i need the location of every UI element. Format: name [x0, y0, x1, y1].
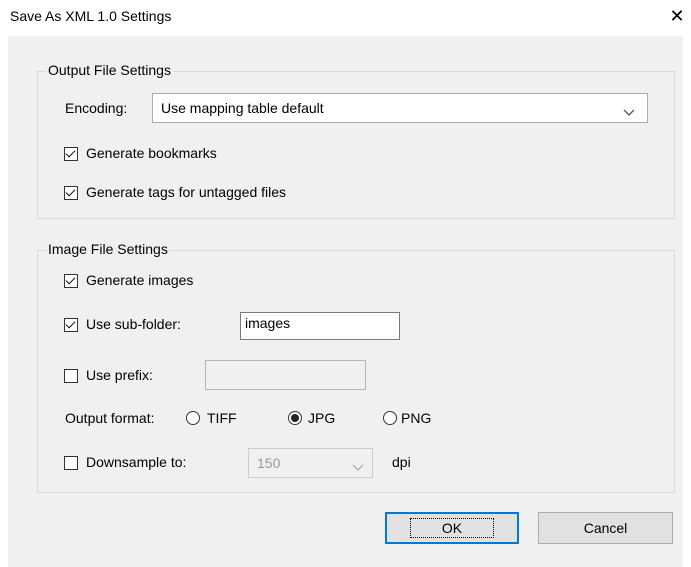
downsample-select[interactable]: 150	[248, 448, 373, 478]
ok-button-label: OK	[409, 518, 495, 538]
subfolder-input[interactable]: images	[240, 312, 400, 340]
close-icon[interactable]: ✕	[664, 2, 690, 30]
use-prefix-checkbox[interactable]	[64, 369, 78, 383]
chevron-down-icon	[352, 459, 366, 471]
prefix-input[interactable]	[205, 360, 366, 390]
jpg-radio-label: JPG	[308, 410, 336, 426]
dpi-unit-label: dpi	[392, 454, 411, 470]
encoding-label: Encoding:	[65, 100, 128, 116]
cancel-button-label: Cancel	[583, 520, 628, 536]
generate-tags-label: Generate tags for untagged files	[86, 184, 287, 200]
generate-tags-checkbox[interactable]	[64, 186, 78, 200]
tiff-radio[interactable]	[186, 411, 200, 425]
generate-bookmarks-label: Generate bookmarks	[86, 145, 217, 161]
png-radio[interactable]	[383, 411, 397, 425]
use-subfolder-label: Use sub-folder:	[86, 316, 181, 332]
cancel-button[interactable]: Cancel	[538, 512, 673, 544]
downsample-label: Downsample to:	[86, 454, 187, 470]
dialog-title: Save As XML 1.0 Settings	[10, 8, 172, 24]
png-radio-label: PNG	[401, 410, 432, 426]
output-file-settings-legend: Output File Settings	[46, 62, 173, 78]
use-prefix-label: Use prefix:	[86, 367, 153, 383]
encoding-select[interactable]: Use mapping table default	[152, 93, 648, 123]
downsample-select-value: 150	[257, 455, 281, 471]
chevron-down-icon	[623, 104, 643, 116]
generate-bookmarks-checkbox[interactable]	[64, 147, 78, 161]
tiff-radio-label: TIFF	[207, 410, 237, 426]
jpg-radio[interactable]	[288, 411, 302, 425]
generate-images-label: Generate images	[86, 272, 194, 288]
use-subfolder-checkbox[interactable]	[64, 318, 78, 332]
ok-button[interactable]: OK	[385, 512, 519, 544]
image-file-settings-legend: Image File Settings	[46, 241, 170, 257]
encoding-select-value: Use mapping table default	[161, 100, 324, 116]
output-format-label: Output format:	[65, 410, 155, 426]
generate-images-checkbox[interactable]	[64, 274, 78, 288]
downsample-checkbox[interactable]	[64, 456, 78, 470]
